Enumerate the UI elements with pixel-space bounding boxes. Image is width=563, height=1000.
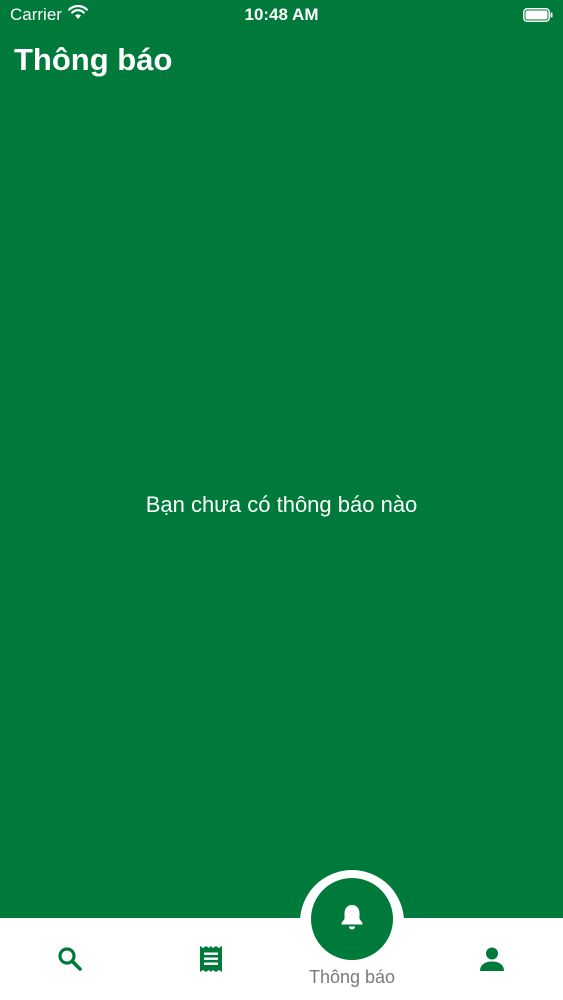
bell-icon — [339, 903, 365, 936]
tab-search[interactable] — [0, 918, 140, 1000]
status-time: 10:48 AM — [244, 5, 319, 24]
tab-orders[interactable] — [141, 918, 281, 1000]
battery-icon — [523, 7, 553, 22]
search-icon — [57, 946, 83, 972]
notifications-tab-button[interactable] — [311, 878, 393, 960]
empty-state-message: Bạn chưa có thông báo nào — [145, 492, 418, 517]
status-bar: Carrier 10:48 AM — [0, 0, 563, 30]
person-icon — [479, 946, 505, 972]
tab-profile[interactable] — [422, 918, 562, 1000]
receipt-icon — [198, 945, 224, 973]
tab-label-notifications: Thông báo — [308, 967, 396, 987]
tab-notifications[interactable]: Thông báo — [281, 870, 423, 1000]
page-title: Thông báo — [14, 42, 173, 77]
notifications-screen: Carrier 10:48 AM Thông báo Bạn chưa có t… — [0, 0, 563, 1000]
